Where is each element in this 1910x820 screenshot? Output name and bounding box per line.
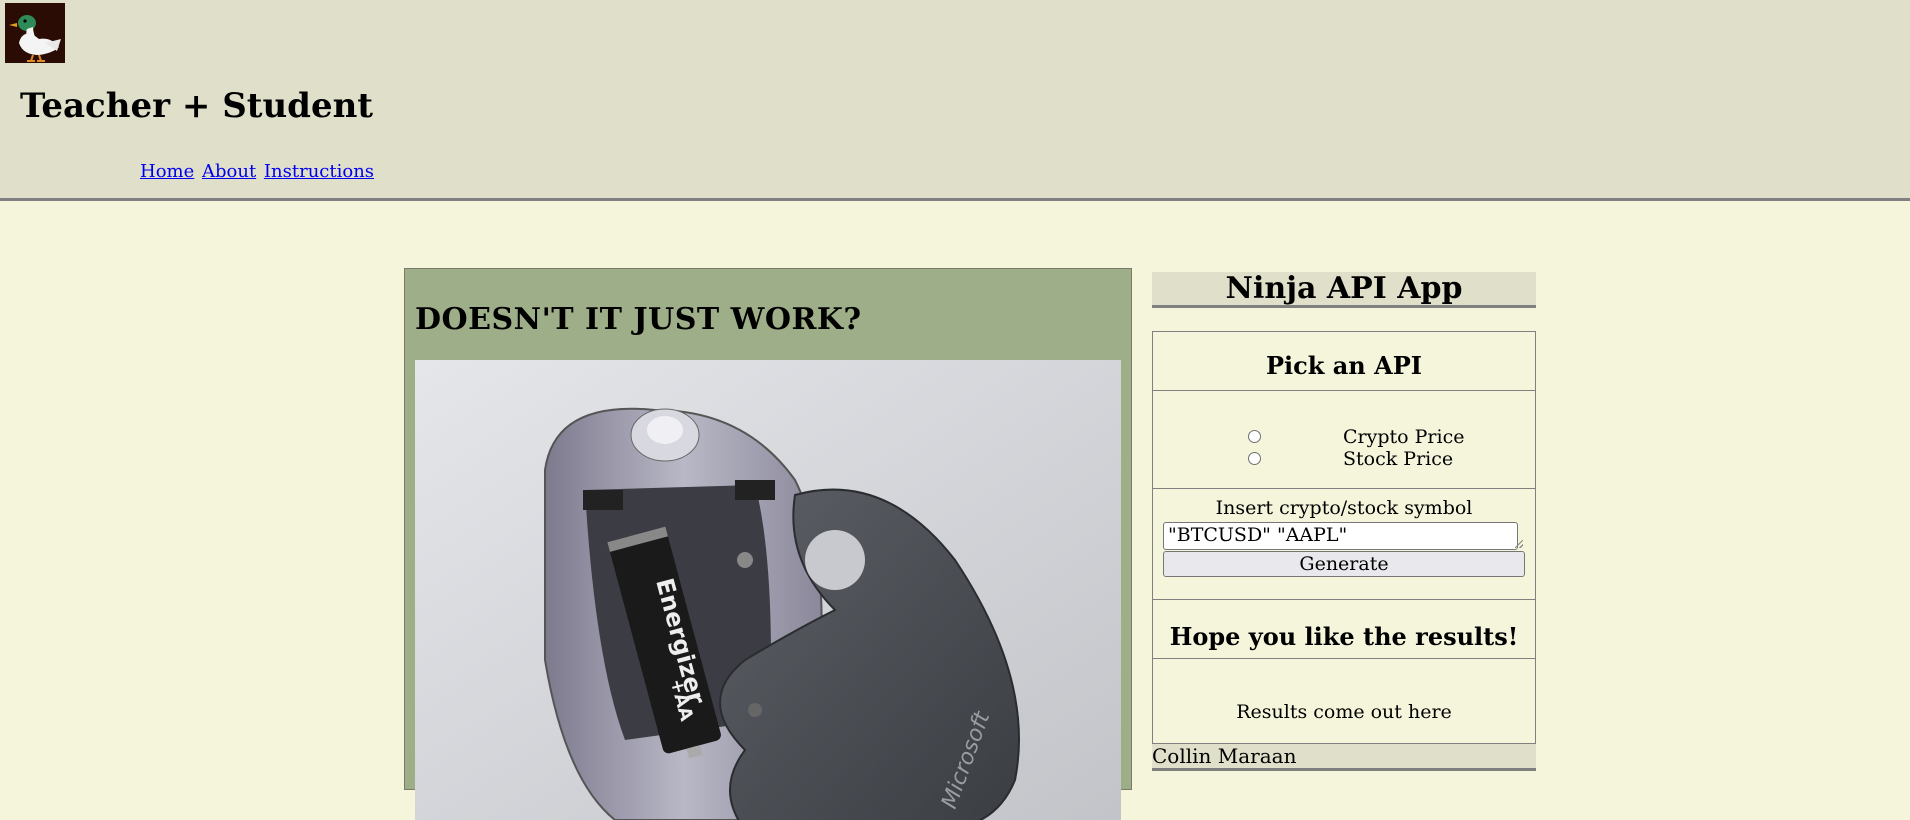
resize-grip-icon[interactable] [1515, 540, 1523, 548]
results-output: Results come out here [1153, 659, 1535, 743]
feature-card: DOESN'T IT JUST WORK? Energizer +AA Micr… [404, 268, 1132, 820]
option-stock-price[interactable]: Stock Price [1153, 448, 1535, 470]
main-nav: Home About Instructions [140, 161, 376, 182]
api-sidebar: Ninja API App Pick an API Crypto Price S… [1152, 272, 1536, 744]
stock-price-radio[interactable] [1248, 452, 1261, 465]
api-options: Crypto Price Stock Price [1153, 391, 1535, 489]
api-panel: Pick an API Crypto Price Stock Price Ins… [1152, 331, 1536, 744]
symbol-label: Insert crypto/stock symbol [1215, 497, 1473, 519]
crypto-price-radio[interactable] [1248, 430, 1261, 443]
symbol-textarea[interactable]: "BTCUSD" "AAPL" [1163, 522, 1518, 550]
results-heading: Hope you like the results! [1169, 622, 1519, 651]
duck-logo-icon[interactable] [5, 3, 65, 63]
pick-api-heading-section: Pick an API [1153, 332, 1535, 391]
nav-instructions-link[interactable]: Instructions [264, 161, 374, 182]
option-crypto-price[interactable]: Crypto Price [1153, 426, 1535, 448]
stock-price-label[interactable]: Stock Price [1343, 448, 1453, 470]
symbol-section: Insert crypto/stock symbol "BTCUSD" "AAP… [1153, 489, 1535, 600]
generate-button[interactable]: Generate [1163, 551, 1525, 577]
pick-api-heading: Pick an API [1265, 351, 1422, 380]
nav-home-link[interactable]: Home [140, 161, 194, 182]
results-text: Results come out here [1236, 701, 1452, 723]
footer-author: Collin Maraan [1152, 744, 1297, 768]
crypto-price-label[interactable]: Crypto Price [1343, 426, 1464, 448]
app-title: Ninja API App [1152, 272, 1536, 308]
results-heading-section: Hope you like the results! [1153, 600, 1535, 659]
footer: Collin Maraan [1152, 744, 1536, 771]
feature-title: DOESN'T IT JUST WORK? [415, 302, 862, 337]
site-title: Teacher + Student [20, 86, 373, 126]
nav-about-link[interactable]: About [202, 161, 256, 182]
mouse-battery-image: Energizer +AA Microsoft [415, 360, 1121, 820]
site-header: Teacher + Student Home About Instruction… [0, 0, 1910, 201]
